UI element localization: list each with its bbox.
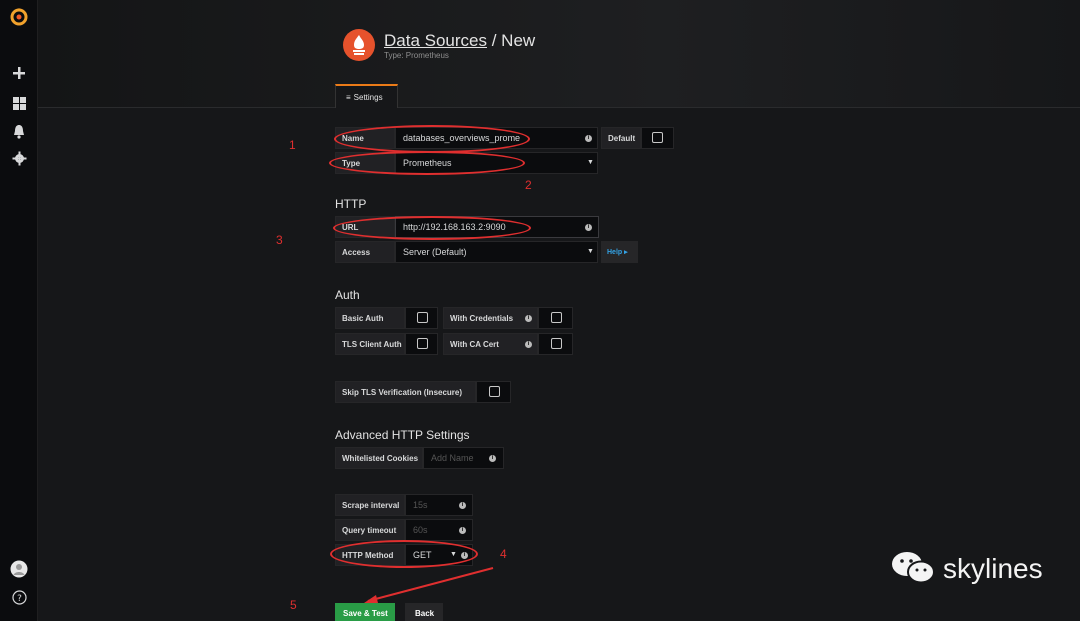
wechat-logo-icon [890, 550, 936, 584]
annotation-arrow [364, 567, 494, 603]
watermark-text: skylines [943, 553, 1043, 584]
